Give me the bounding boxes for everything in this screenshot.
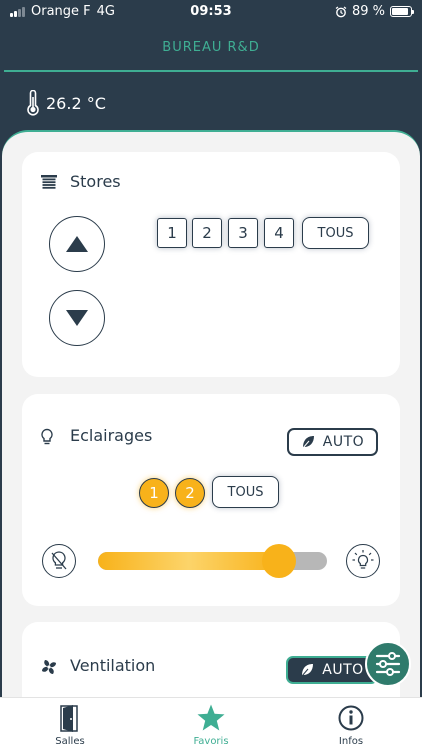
favorites-panel: Stores 1 2 3 4 TOUS Eclairages AUTO 1 2 …: [2, 130, 420, 710]
arrow-down-icon: [66, 310, 88, 326]
leaf-icon: [301, 664, 314, 677]
tab-favoris[interactable]: Favoris: [141, 698, 281, 750]
info-icon: [338, 705, 364, 731]
blinds-down-button[interactable]: [49, 290, 105, 346]
blinds-icon: [41, 175, 57, 189]
lightbulb-icon: [41, 428, 53, 445]
light-max-button[interactable]: [346, 544, 380, 578]
temperature-display: 26.2 °C: [26, 90, 106, 116]
blind-4-button[interactable]: 4: [264, 218, 294, 248]
ventilation-title: Ventilation: [70, 656, 156, 675]
stores-title: Stores: [70, 172, 121, 191]
blind-2-button[interactable]: 2: [192, 218, 222, 248]
lighting-card: Eclairages AUTO 1 2 TOUS: [22, 394, 400, 606]
ventilation-auto-label: AUTO: [322, 662, 364, 678]
light-1-button[interactable]: 1: [139, 478, 169, 508]
room-title: BUREAU R&D: [162, 40, 260, 55]
blinds-up-button[interactable]: [49, 216, 105, 272]
lighting-title: Eclairages: [70, 426, 153, 445]
tab-salles-label: Salles: [55, 736, 85, 747]
fan-icon: [42, 660, 56, 674]
battery-percent: 89 %: [351, 4, 385, 19]
lights-all-button[interactable]: TOUS: [212, 476, 279, 508]
light-off-button[interactable]: [42, 544, 76, 578]
alarm-icon: [335, 5, 347, 17]
light-2-button[interactable]: 2: [175, 478, 205, 508]
battery-icon: [390, 6, 414, 17]
battery-info: 89 %: [335, 4, 414, 19]
tab-favoris-label: Favoris: [193, 736, 229, 747]
star-icon: [197, 704, 225, 731]
lighting-auto-button[interactable]: AUTO: [287, 428, 378, 456]
lightbulb-off-icon: [51, 551, 67, 570]
tab-infos-label: Infos: [338, 736, 364, 747]
leaf-icon: [302, 436, 314, 449]
temperature-value: 26.2 °C: [46, 93, 106, 113]
brightness-handle[interactable]: [261, 544, 296, 578]
tab-infos[interactable]: Infos: [281, 698, 421, 750]
tab-bar: Salles Favoris Infos: [0, 697, 422, 750]
settings-fab-button[interactable]: [365, 641, 411, 687]
lighting-auto-label: AUTO: [322, 434, 365, 450]
brightness-fill: [98, 552, 279, 570]
sliders-icon: [375, 652, 401, 676]
status-bar: Orange F 4G 09:53 89 %: [0, 0, 422, 24]
thermometer-icon: [27, 90, 39, 116]
blind-3-button[interactable]: 3: [228, 218, 258, 248]
blind-1-button[interactable]: 1: [157, 218, 187, 248]
header-divider: [4, 70, 418, 72]
tab-salles[interactable]: Salles: [0, 698, 140, 750]
stores-card: Stores 1 2 3 4 TOUS: [22, 152, 400, 377]
arrow-up-icon: [66, 236, 88, 252]
lightbulb-on-icon: [352, 550, 374, 569]
blinds-all-button[interactable]: TOUS: [302, 217, 369, 249]
door-icon: [60, 705, 78, 732]
